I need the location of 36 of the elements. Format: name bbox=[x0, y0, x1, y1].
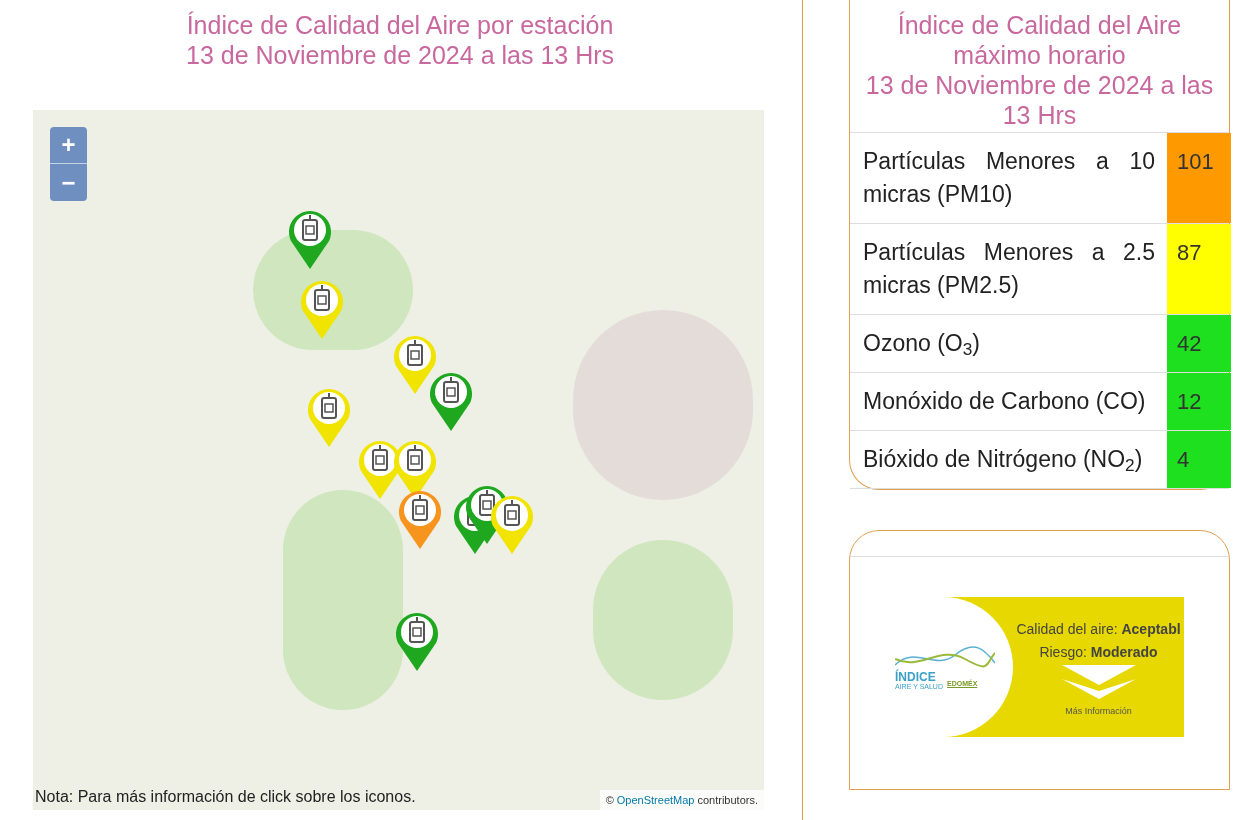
pollutant-name: Monóxido de Carbono (CO) bbox=[862, 387, 1147, 416]
index-value: 42 bbox=[1167, 315, 1231, 372]
note-text: Nota: Para más información de click sobre los iconos. bbox=[35, 787, 416, 807]
openstreetmap-link[interactable]: OpenStreetMap bbox=[616, 791, 695, 808]
index-value: 101 bbox=[1167, 133, 1231, 223]
page-title-line: 13 de Noviembre de 2024 a las 13 Hrs bbox=[185, 40, 615, 70]
more-info-link[interactable]: Más Información bbox=[1065, 705, 1132, 719]
panel-title-line: Índice de Calidad del Aire bbox=[896, 10, 1183, 40]
pollutant-name: Partículas Menores a 10 micras (PM10) bbox=[862, 147, 1156, 209]
panel-title-line: 13 Hrs bbox=[1001, 100, 1078, 130]
index-value: 12 bbox=[1167, 373, 1231, 430]
index-value: 4 bbox=[1167, 431, 1231, 488]
zoom-in-button[interactable]: + bbox=[50, 127, 87, 164]
air-quality-text: Calidad del aire: Aceptabl bbox=[1016, 620, 1181, 639]
pollutant-name: Bióxido de Nitrógeno (NO$_{2}$) bbox=[862, 445, 1144, 478]
station-marker[interactable] bbox=[289, 211, 331, 269]
station-marker[interactable] bbox=[430, 373, 472, 431]
station-marker[interactable] bbox=[301, 281, 343, 339]
risk-text: Riesgo: Moderado bbox=[1039, 643, 1158, 662]
index-value: 87 bbox=[1167, 224, 1231, 314]
panel-title-line: máximo horario bbox=[952, 40, 1127, 70]
pollutant-name: Partículas Menores a 2.5 micras (PM2.5) bbox=[862, 238, 1156, 300]
station-marker[interactable] bbox=[399, 491, 441, 549]
zoom-out-button[interactable]: − bbox=[50, 164, 87, 201]
station-marker[interactable] bbox=[491, 496, 533, 554]
page-title-line: Índice de Calidad del Aire por estación bbox=[185, 10, 615, 40]
station-marker[interactable] bbox=[308, 389, 350, 447]
attribution-text: contributors. bbox=[697, 792, 758, 808]
station-marker[interactable] bbox=[394, 336, 436, 394]
chevron-down-icon bbox=[1061, 665, 1136, 699]
copyright-symbol: © bbox=[605, 792, 614, 808]
map-view[interactable]: + − Nota: Para más información de click sobre los iconos. © OpenStreetMap contributors. bbox=[33, 110, 764, 810]
station-marker[interactable] bbox=[396, 613, 438, 671]
pollutant-name: Ozono (O$_{3}$) bbox=[862, 329, 981, 362]
panel-title-line: 13 de Noviembre de 2024 a las bbox=[864, 70, 1215, 100]
logo-title: ÍNDICE bbox=[895, 670, 937, 683]
